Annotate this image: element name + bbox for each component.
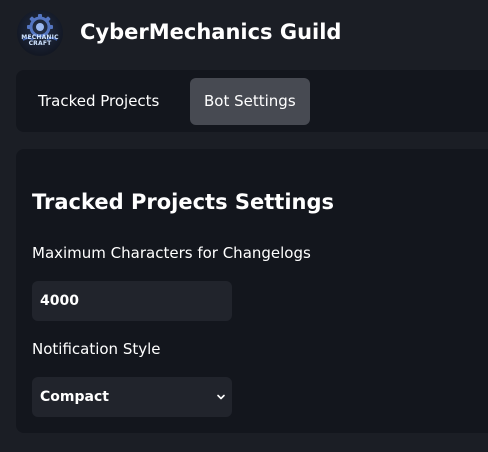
panel-title: Tracked Projects Settings bbox=[32, 190, 335, 214]
max-chars-input[interactable] bbox=[32, 281, 232, 321]
notification-style-value: Compact bbox=[40, 389, 109, 405]
notification-style-label: Notification Style bbox=[32, 340, 161, 358]
gear-logo-icon bbox=[22, 14, 58, 41]
logo-text-line2: CRAFT bbox=[28, 40, 52, 47]
app-header: MECHANIC CRAFT CyberMechanics Guild bbox=[0, 0, 488, 66]
settings-tab-bar: Tracked Projects Bot Settings bbox=[16, 70, 488, 132]
max-chars-label: Maximum Characters for Changelogs bbox=[32, 244, 311, 262]
notification-style-select[interactable]: Compact bbox=[32, 377, 232, 417]
settings-panel: Tracked Projects Settings Maximum Charac… bbox=[16, 149, 488, 433]
chevron-down-icon bbox=[217, 394, 225, 400]
tab-bot-settings[interactable]: Bot Settings bbox=[190, 78, 310, 125]
guild-name: CyberMechanics Guild bbox=[80, 20, 342, 44]
tab-tracked-projects[interactable]: Tracked Projects bbox=[24, 78, 173, 125]
guild-logo[interactable]: MECHANIC CRAFT bbox=[17, 10, 63, 56]
